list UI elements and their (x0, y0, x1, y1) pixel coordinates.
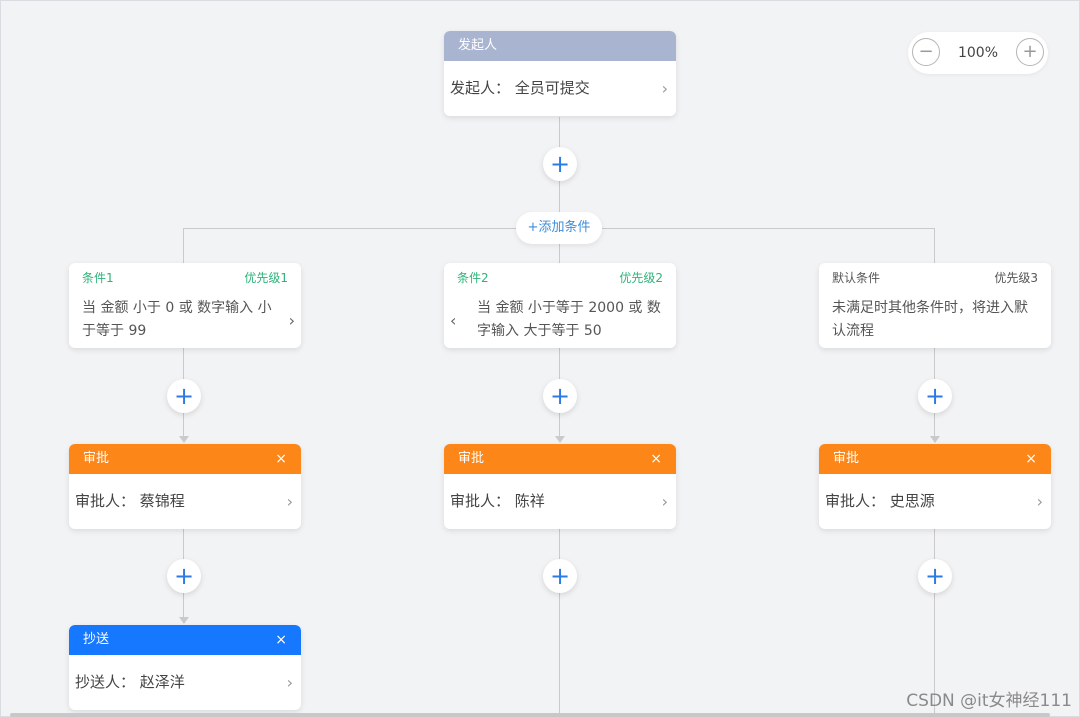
add-node-button[interactable]: + (543, 559, 577, 593)
chevron-right-icon: › (661, 492, 668, 511)
arrow-head (179, 436, 189, 443)
approver-label: 审批人： 蔡锦程 (75, 492, 185, 510)
start-node[interactable]: 发起人 发起人： 全员可提交 › (444, 31, 676, 116)
chevron-right-icon: › (286, 673, 293, 692)
add-node-button[interactable]: + (167, 559, 201, 593)
initiator-label: 发起人： 全员可提交 (450, 79, 590, 97)
cc-title: 抄送 (83, 632, 110, 647)
watermark: CSDN @it女神经111 (906, 691, 1072, 711)
add-node-button[interactable]: + (543, 379, 577, 413)
cc-node-body: 抄送人： 赵泽洋 › (69, 655, 301, 710)
arrow-head (930, 436, 940, 443)
cc-recipient-label: 抄送人： 赵泽洋 (75, 673, 185, 691)
add-condition-button[interactable]: +添加条件 (516, 212, 602, 244)
condition-node-2[interactable]: 条件2 优先级2 ‹ 当 金额 小于等于 2000 或 数字输入 大于等于 50 (444, 263, 676, 348)
approval-node-body: 审批人： 蔡锦程 › (69, 474, 301, 529)
approval-node-header: 审批 × (69, 444, 301, 474)
close-icon[interactable]: × (275, 444, 287, 474)
approval-node-header: 审批 × (819, 444, 1051, 474)
connector-line (934, 228, 935, 263)
chevron-right-icon: › (1036, 492, 1043, 511)
condition-text: 当 金额 小于 0 或 数字输入 小于等于 99 (82, 300, 272, 339)
condition-priority: 优先级2 (619, 271, 663, 285)
arrow-head (555, 436, 565, 443)
approval-title: 审批 (458, 451, 485, 466)
condition-node-1[interactable]: 条件1 优先级1 当 金额 小于 0 或 数字输入 小于等于 99 › (69, 263, 301, 348)
start-node-title: 发起人 (458, 38, 498, 53)
approval-title: 审批 (833, 451, 860, 466)
chevron-right-icon: › (286, 492, 293, 511)
condition-text: 未满足时其他条件时，将进入默认流程 (832, 300, 1028, 339)
approver-label: 审批人： 陈祥 (450, 492, 545, 510)
zoom-in-button[interactable]: + (1016, 38, 1044, 66)
zoom-out-button[interactable]: − (912, 38, 940, 66)
approval-node-body: 审批人： 史思源 › (819, 474, 1051, 529)
approver-label: 审批人： 史思源 (825, 492, 935, 510)
condition-text: 当 金额 小于等于 2000 或 数字输入 大于等于 50 (477, 300, 661, 339)
start-node-header: 发起人 (444, 31, 676, 61)
approval-node-2[interactable]: 审批 × 审批人： 陈祥 › (444, 444, 676, 529)
cc-node[interactable]: 抄送 × 抄送人： 赵泽洋 › (69, 625, 301, 710)
approval-node-body: 审批人： 陈祥 › (444, 474, 676, 529)
condition-node-default[interactable]: 默认条件 优先级3 未满足时其他条件时，将进入默认流程 (819, 263, 1051, 348)
add-node-button[interactable]: + (918, 379, 952, 413)
add-node-button[interactable]: + (167, 379, 201, 413)
approval-title: 审批 (83, 451, 110, 466)
add-node-button[interactable]: + (918, 559, 952, 593)
condition-priority: 优先级3 (994, 271, 1038, 285)
approval-node-1[interactable]: 审批 × 审批人： 蔡锦程 › (69, 444, 301, 529)
condition-name: 默认条件 (832, 271, 881, 285)
close-icon[interactable]: × (275, 625, 287, 655)
horizontal-scrollbar[interactable] (10, 713, 1050, 717)
zoom-level: 100% (957, 45, 999, 61)
close-icon[interactable]: × (1025, 444, 1037, 474)
approval-node-header: 审批 × (444, 444, 676, 474)
arrow-head (179, 617, 189, 624)
connector-line (183, 228, 184, 263)
chevron-right-icon: › (661, 79, 668, 98)
close-icon[interactable]: × (650, 444, 662, 474)
cc-node-header: 抄送 × (69, 625, 301, 655)
add-node-button[interactable]: + (543, 147, 577, 181)
condition-name: 条件2 (457, 271, 489, 285)
condition-name: 条件1 (82, 271, 114, 285)
chevron-left-icon[interactable]: ‹ (450, 311, 456, 330)
chevron-right-icon[interactable]: › (289, 311, 295, 330)
connector-line (559, 529, 560, 717)
zoom-control: − 100% + (908, 32, 1048, 74)
approval-node-3[interactable]: 审批 × 审批人： 史思源 › (819, 444, 1051, 529)
start-node-body: 发起人： 全员可提交 › (444, 61, 676, 116)
condition-priority: 优先级1 (244, 271, 288, 285)
